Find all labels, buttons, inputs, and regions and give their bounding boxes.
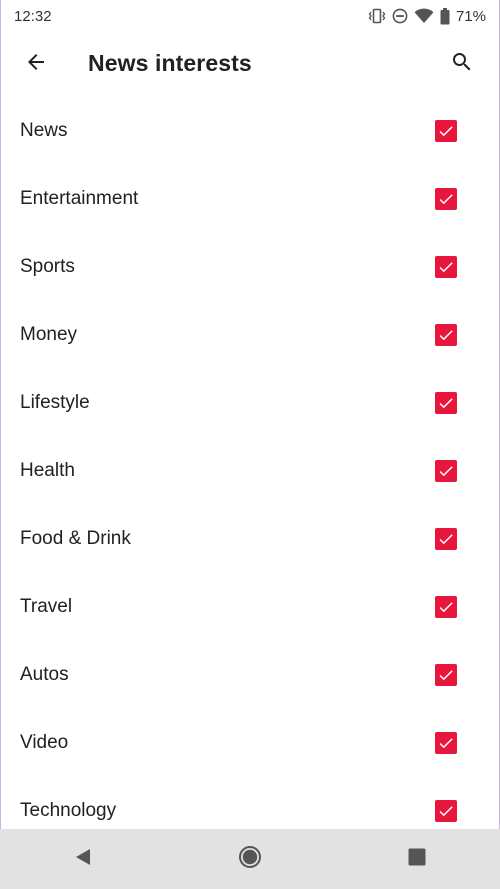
home-circle-icon [238, 845, 262, 874]
interest-item-food-drink[interactable]: Food & Drink [0, 505, 500, 573]
interest-item-autos[interactable]: Autos [0, 641, 500, 709]
checkbox-checked[interactable] [435, 120, 457, 142]
interest-label: Health [20, 460, 75, 481]
interest-item-money[interactable]: Money [0, 301, 500, 369]
checkbox-checked[interactable] [435, 664, 457, 686]
interest-label: Travel [20, 596, 73, 617]
nav-home-button[interactable] [225, 834, 275, 884]
interest-item-entertainment[interactable]: Entertainment [0, 165, 500, 233]
interest-label: Sports [20, 256, 75, 277]
interest-item-travel[interactable]: Travel [0, 573, 500, 641]
arrow-back-icon [24, 50, 48, 79]
checkbox-checked[interactable] [435, 256, 457, 278]
battery-percent: 71% [455, 7, 486, 25]
page-title: News interests [88, 50, 252, 76]
checkbox-checked[interactable] [435, 392, 457, 414]
app-bar: News interests [0, 32, 500, 96]
checkbox-checked[interactable] [435, 324, 457, 346]
interest-item-lifestyle[interactable]: Lifestyle [0, 369, 500, 437]
interest-label: Money [20, 324, 78, 345]
wifi-icon [414, 8, 434, 24]
checkbox-checked[interactable] [435, 596, 457, 618]
checkbox-checked[interactable] [435, 528, 457, 550]
system-nav-bar [0, 829, 500, 889]
interest-label: Technology [20, 800, 117, 821]
recents-square-icon [407, 847, 427, 872]
status-time: 12:32 [14, 7, 52, 25]
battery-icon [440, 7, 450, 25]
interest-item-news[interactable]: News [0, 97, 500, 165]
search-button[interactable] [440, 42, 484, 86]
do-not-disturb-icon [392, 8, 408, 24]
interest-label: Lifestyle [20, 392, 90, 413]
interest-label: Autos [20, 664, 69, 685]
interest-label: Video [20, 732, 69, 753]
back-button[interactable] [14, 42, 58, 86]
interest-label: Food & Drink [20, 528, 131, 549]
interest-item-sports[interactable]: Sports [0, 233, 500, 301]
interest-item-video[interactable]: Video [0, 709, 500, 777]
back-triangle-icon [73, 847, 93, 872]
interest-label: Entertainment [20, 188, 139, 209]
checkbox-checked[interactable] [435, 732, 457, 754]
interests-list: News Entertainment Sports Money Lifestyl… [0, 97, 500, 845]
search-icon [450, 50, 474, 79]
checkbox-checked[interactable] [435, 800, 457, 822]
vibrate-icon [368, 8, 386, 24]
status-bar: 12:32 71% [0, 0, 500, 32]
nav-back-button[interactable] [58, 834, 108, 884]
checkbox-checked[interactable] [435, 460, 457, 482]
interest-item-health[interactable]: Health [0, 437, 500, 505]
checkbox-checked[interactable] [435, 188, 457, 210]
nav-recents-button[interactable] [392, 834, 442, 884]
interest-label: News [20, 120, 68, 141]
